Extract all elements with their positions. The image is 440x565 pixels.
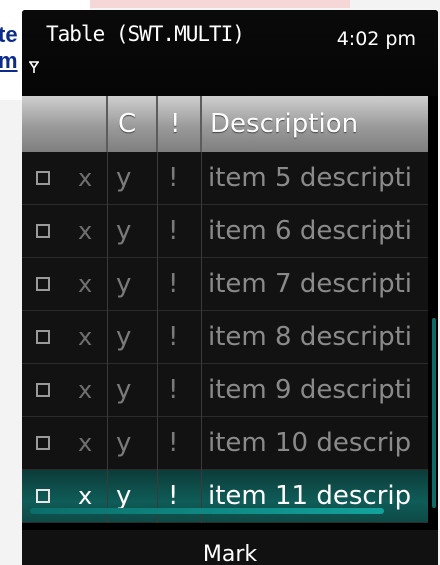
row-check-cell: x — [22, 363, 108, 417]
x-value: x — [78, 270, 93, 298]
background-bar — [90, 0, 350, 8]
row-check-cell: x — [22, 257, 108, 311]
table-row[interactable]: x y ! item 5 descripti — [22, 151, 428, 205]
description-value: item 5 descripti — [208, 162, 412, 193]
bang-value: ! — [158, 310, 202, 364]
row-checkbox[interactable] — [36, 383, 50, 397]
row-checkbox[interactable] — [36, 171, 50, 185]
status-bar: Table (SWT.MULTI) 4:02 pm — [22, 10, 438, 96]
row-checkbox[interactable] — [36, 436, 50, 450]
bang-value: ! — [158, 257, 202, 311]
bang-value: ! — [158, 469, 202, 523]
description-value: item 7 descripti — [208, 268, 412, 299]
row-check-cell: x — [22, 469, 108, 523]
row-checkbox[interactable] — [36, 224, 50, 238]
description-value: item 9 descripti — [208, 374, 412, 405]
row-checkbox[interactable] — [36, 330, 50, 344]
x-value: x — [78, 323, 93, 351]
table-row-selected[interactable]: x y ! item 11 descrip — [22, 469, 428, 523]
signal-icon — [29, 61, 39, 73]
background-text-line1: te — [0, 22, 18, 47]
c-value: y — [108, 469, 158, 523]
description-value: item 6 descripti — [208, 215, 412, 246]
header-c[interactable]: C — [108, 96, 158, 152]
table-row[interactable]: x y ! item 6 descripti — [22, 204, 428, 258]
header-check[interactable] — [22, 96, 108, 152]
window-title: Table (SWT.MULTI) — [46, 22, 245, 46]
c-value: y — [108, 416, 158, 470]
c-value: y — [108, 204, 158, 258]
row-check-cell: x — [22, 204, 108, 258]
table-header: C ! Description — [22, 96, 428, 152]
description-value: item 11 descrip — [208, 480, 412, 511]
clock: 4:02 pm — [336, 28, 416, 50]
horizontal-scrollbar[interactable] — [30, 508, 384, 514]
x-value: x — [78, 376, 93, 404]
background-text-line2: m — [0, 48, 18, 73]
header-description[interactable]: Description — [202, 96, 428, 152]
row-check-cell: x — [22, 416, 108, 470]
x-value: x — [78, 429, 93, 457]
table-row[interactable]: x y ! item 9 descripti — [22, 363, 428, 417]
table-row[interactable]: x y ! item 7 descripti — [22, 257, 428, 311]
description-value: item 10 descrip — [208, 427, 412, 458]
table-row[interactable]: x y ! item 8 descripti — [22, 310, 428, 364]
vertical-scrollbar[interactable] — [432, 318, 436, 508]
row-check-cell: x — [22, 310, 108, 364]
row-check-cell: x — [22, 151, 108, 205]
c-value: y — [108, 363, 158, 417]
bang-value: ! — [158, 363, 202, 417]
header-bang[interactable]: ! — [158, 96, 202, 152]
x-value: x — [78, 482, 93, 510]
mark-button[interactable]: Mark — [22, 542, 438, 565]
table[interactable]: C ! Description x y ! item 5 descripti x… — [22, 96, 428, 523]
c-value: y — [108, 257, 158, 311]
bang-value: ! — [158, 151, 202, 205]
c-value: y — [108, 151, 158, 205]
row-checkbox[interactable] — [36, 277, 50, 291]
bang-value: ! — [158, 204, 202, 258]
table-row[interactable]: x y ! item 10 descrip — [22, 416, 428, 470]
description-value: item 8 descripti — [208, 321, 412, 352]
x-value: x — [78, 217, 93, 245]
row-checkbox[interactable] — [36, 489, 50, 503]
x-value: x — [78, 164, 93, 192]
bang-value: ! — [158, 416, 202, 470]
softkey-bar: Mark — [22, 530, 438, 565]
phone-screen: Table (SWT.MULTI) 4:02 pm C ! Descriptio… — [22, 10, 438, 565]
c-value: y — [108, 310, 158, 364]
